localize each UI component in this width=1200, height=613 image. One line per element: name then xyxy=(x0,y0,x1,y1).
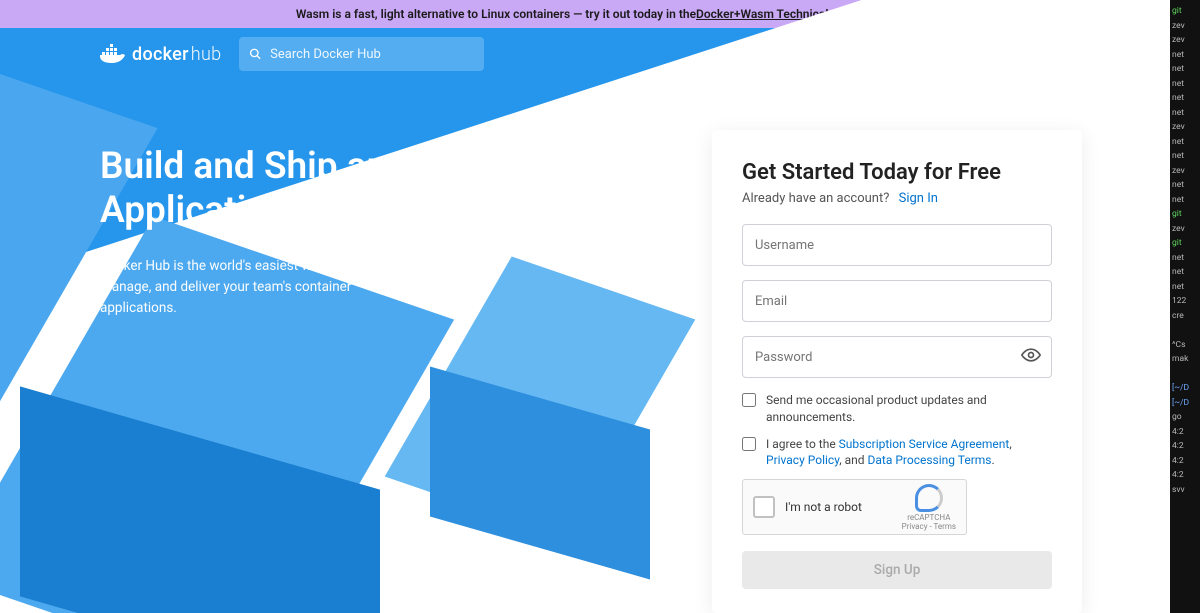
recaptcha[interactable]: I'm not a robot reCAPTCHA Privacy - Term… xyxy=(742,479,967,535)
terminal-strip: git zev zev net net net net net zev net … xyxy=(1170,0,1200,613)
link-dpt[interactable]: Data Processing Terms xyxy=(868,453,992,467)
signup-card: Get Started Today for Free Already have … xyxy=(712,130,1082,613)
recaptcha-icon xyxy=(915,484,943,512)
username-input[interactable] xyxy=(755,238,1039,253)
hero: Build and Ship any Application Anywhere … xyxy=(0,80,560,319)
close-icon[interactable]: ✕ xyxy=(1145,4,1160,22)
signin-link[interactable]: Sign In xyxy=(899,191,938,206)
promo-banner: Wasm is a fast, light alternative to Lin… xyxy=(0,0,1170,28)
already-row: Already have an account? Sign In xyxy=(742,191,1052,206)
link-ssa[interactable]: Subscription Service Agreement xyxy=(839,437,1010,451)
agree-checkbox-row[interactable]: I agree to the Subscription Service Agre… xyxy=(742,436,1052,470)
password-field[interactable] xyxy=(742,336,1052,378)
password-input[interactable] xyxy=(755,350,1039,365)
hero-title: Build and Ship any Application Anywhere xyxy=(100,145,560,232)
updates-checkbox-row[interactable]: Send me occasional product updates and a… xyxy=(742,392,1052,426)
brand-name-bold: docker xyxy=(132,44,189,65)
banner-link[interactable]: Docker+Wasm Technical Preview xyxy=(696,7,874,21)
signup-button[interactable]: Sign Up xyxy=(742,551,1052,589)
docker-whale-icon xyxy=(100,44,126,64)
recaptcha-badge: reCAPTCHA Privacy - Terms xyxy=(902,484,956,531)
search-box[interactable] xyxy=(239,37,484,71)
nav-explore[interactable]: Explore xyxy=(740,46,785,62)
brand-logo[interactable]: docker hub xyxy=(100,44,221,65)
link-privacy[interactable]: Privacy Policy xyxy=(766,453,839,467)
hero-subtitle: Docker Hub is the world's easiest way to… xyxy=(100,256,430,319)
updates-checkbox[interactable] xyxy=(742,393,756,407)
username-field[interactable] xyxy=(742,224,1052,266)
email-input[interactable] xyxy=(755,294,1039,309)
top-nav: docker hub Explore Pricing Sign In Regis… xyxy=(0,28,1170,80)
nav-signin[interactable]: Sign In xyxy=(872,46,913,62)
banner-text: Wasm is a fast, light alternative to Lin… xyxy=(296,7,696,21)
email-field[interactable] xyxy=(742,280,1052,322)
brand-name-thin: hub xyxy=(191,44,222,65)
agree-checkbox[interactable] xyxy=(742,437,756,451)
signup-title: Get Started Today for Free xyxy=(742,160,1052,185)
toggle-visibility-icon[interactable] xyxy=(1021,345,1041,369)
recaptcha-checkbox[interactable] xyxy=(753,496,775,518)
recaptcha-label: I'm not a robot xyxy=(785,500,862,514)
search-input[interactable] xyxy=(270,47,474,62)
nav-pricing[interactable]: Pricing xyxy=(807,46,849,62)
search-icon xyxy=(249,47,262,61)
register-button[interactable]: Register xyxy=(935,37,1070,71)
